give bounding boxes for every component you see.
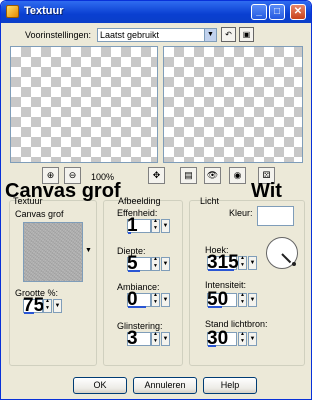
close-button[interactable]: ✕ <box>290 4 306 20</box>
elevation-slider-fill <box>208 345 216 347</box>
flatness-up-down[interactable] <box>151 218 160 233</box>
maximize-button[interactable]: □ <box>269 4 285 20</box>
angle-dial[interactable] <box>266 237 298 269</box>
texture-dialog: Textuur _ □ ✕ Voorinstellingen: Laatst g… <box>0 0 312 400</box>
elevation-dropdown[interactable]: ▼ <box>248 332 257 346</box>
ambience-slider-fill <box>128 306 146 308</box>
light-group-label: Licht <box>200 196 220 206</box>
angle-slider-fill <box>208 269 234 271</box>
presets-label: Voorinstellingen: <box>25 30 92 40</box>
angle-up-down[interactable] <box>238 255 247 270</box>
light-color-swatch[interactable] <box>257 206 294 226</box>
flatness-dropdown[interactable]: ▼ <box>161 219 170 233</box>
minimize-button[interactable]: _ <box>251 4 267 20</box>
angle-dropdown[interactable]: ▼ <box>248 256 257 270</box>
shine-dropdown[interactable]: ▼ <box>161 332 170 346</box>
presets-select[interactable]: Laatst gebruikt ▼ <box>97 28 217 42</box>
chevron-down-icon: ▼ <box>204 29 216 41</box>
pan-button[interactable]: ✥ <box>148 167 165 184</box>
floppy-disk-icon: ▣ <box>242 30 251 39</box>
light-color-overlay: Wit <box>251 180 282 202</box>
zoom-out-icon: ⊖ <box>68 170 77 180</box>
shine-value: 3 <box>127 328 138 349</box>
ambience-up-down[interactable] <box>151 292 160 307</box>
result-preview <box>163 46 303 163</box>
auto-eye-icon: ◉ <box>233 170 242 180</box>
ok-button[interactable]: OK <box>73 377 127 394</box>
texture-name-overlay: Canvas grof <box>5 180 121 202</box>
reflection-group-label: Afbeelding <box>118 196 161 206</box>
light-color-label: Kleur: <box>229 208 253 218</box>
ambience-dropdown[interactable]: ▼ <box>161 293 170 307</box>
size-up-down[interactable] <box>43 298 52 313</box>
auto-proof-button[interactable]: ◉ <box>229 167 246 184</box>
cancel-button[interactable]: Annuleren <box>133 377 197 394</box>
title-bar[interactable]: Textuur _ □ ✕ <box>1 1 311 23</box>
depth-slider-fill <box>128 270 140 272</box>
intensity-dropdown[interactable]: ▼ <box>248 293 257 307</box>
depth-dropdown[interactable]: ▼ <box>161 257 170 271</box>
undo-arrow-icon: ↶ <box>225 30 232 39</box>
preview-toggle-button[interactable]: ▤ <box>180 167 197 184</box>
texture-swatch[interactable] <box>23 222 83 282</box>
eye-icon: 👁 <box>206 170 219 180</box>
move-icon: ✥ <box>152 170 161 180</box>
source-preview[interactable] <box>10 46 158 163</box>
shine-up-down[interactable] <box>151 331 160 346</box>
shine-label: Glinstering: <box>117 321 163 331</box>
preset-reset-button[interactable]: ↶ <box>221 27 236 42</box>
presets-value: Laatst gebruikt <box>100 30 160 40</box>
proof-button[interactable]: 👁 <box>204 167 221 184</box>
intensity-slider-fill <box>208 306 222 308</box>
depth-up-down[interactable] <box>151 256 160 271</box>
preset-save-button[interactable]: ▣ <box>239 27 254 42</box>
intensity-up-down[interactable] <box>238 292 247 307</box>
angle-dial-needle <box>281 253 292 264</box>
flatness-slider-fill <box>128 232 131 234</box>
zoom-in-icon: ⊕ <box>46 170 55 180</box>
window-title: Textuur <box>24 5 64 17</box>
app-icon <box>6 5 19 18</box>
help-button[interactable]: Help <box>203 377 257 394</box>
size-slider-fill <box>24 312 34 314</box>
size-dropdown[interactable]: ▼ <box>53 299 62 313</box>
dice-icon: ⚄ <box>262 170 271 180</box>
texture-dropdown-arrow[interactable]: ▼ <box>85 247 92 254</box>
elevation-up-down[interactable] <box>238 331 247 346</box>
preview-icon: ▤ <box>184 170 193 180</box>
ambience-label: Ambiance: <box>117 282 160 292</box>
angle-dial-knob <box>292 262 296 266</box>
texture-name-label: Canvas grof <box>15 209 64 219</box>
